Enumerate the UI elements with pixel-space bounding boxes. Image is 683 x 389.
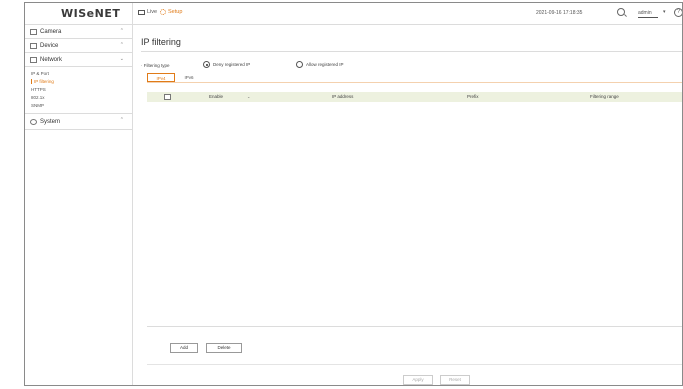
sidebar-item-network[interactable]: Network ⌄ <box>25 53 132 67</box>
top-bar: WISeNET Live Setup 2021-09-16 17:18:35 a… <box>25 3 682 25</box>
help-icon[interactable]: ? <box>674 8 682 17</box>
footer-divider <box>147 364 682 365</box>
search-icon[interactable] <box>617 8 625 16</box>
delete-button[interactable]: Delete <box>206 343 242 353</box>
radio-selected-icon <box>203 61 210 68</box>
add-button[interactable]: Add <box>170 343 198 353</box>
table-header: Enable ⌄ IP address Prefix Filtering ran… <box>147 92 682 102</box>
table-bottom-border <box>147 326 682 327</box>
network-icon <box>30 56 37 63</box>
sidebar-item-device[interactable]: Device ⌃ <box>25 39 132 53</box>
tab-underline <box>147 82 682 83</box>
system-gear-icon <box>30 118 37 125</box>
tab-live-label: Live <box>147 9 158 15</box>
column-filtering-range[interactable]: Filtering range <box>590 92 619 102</box>
sidebar-item-label: Camera <box>40 28 62 35</box>
user-dropdown-icon[interactable]: ▾ <box>663 9 666 15</box>
column-enable[interactable]: Enable <box>209 92 223 102</box>
sidebar-item-label: Device <box>40 42 59 49</box>
chevron-up-icon: ⌃ <box>119 117 124 123</box>
radio-unselected-icon <box>296 61 303 68</box>
network-submenu: IP & Port IP filtering HTTPS 802.1x SNMP <box>25 67 132 114</box>
sidebar-item-camera[interactable]: Camera ⌃ <box>25 25 132 39</box>
filtering-type-label: · Filtering type <box>141 63 170 68</box>
sidebar-subitem-snmp[interactable]: SNMP <box>31 102 132 110</box>
main-content: IP filtering · Filtering type Deny regis… <box>134 25 682 385</box>
reset-button[interactable]: Reset <box>440 375 470 385</box>
sidebar-subitem-ip-port[interactable]: IP & Port <box>31 70 132 78</box>
user-menu[interactable]: admin <box>638 10 658 18</box>
logo-area: WISeNET <box>25 3 133 25</box>
monitor-icon <box>138 9 145 15</box>
gear-icon <box>160 9 166 15</box>
tab-live[interactable]: Live <box>138 9 157 15</box>
apply-button[interactable]: Apply <box>403 375 433 385</box>
sidebar: Camera ⌃ Device ⌃ Network ⌄ IP & Port IP… <box>25 25 133 385</box>
select-all-checkbox[interactable] <box>164 94 171 100</box>
sidebar-subitem-ip-filtering[interactable]: IP filtering <box>31 78 132 86</box>
title-divider <box>141 51 682 52</box>
column-prefix[interactable]: Prefix <box>467 92 479 102</box>
page-title: IP filtering <box>141 37 181 47</box>
device-icon <box>30 42 37 49</box>
app-window: WISeNET Live Setup 2021-09-16 17:18:35 a… <box>24 2 683 386</box>
sidebar-item-label: Network <box>40 56 63 63</box>
radio-allow-label: Allow registered IP <box>306 62 344 67</box>
tab-setup-label: Setup <box>168 9 183 15</box>
sidebar-subitem-8021x[interactable]: 802.1x <box>31 94 132 102</box>
radio-allow-registered-ip[interactable]: Allow registered IP <box>296 61 344 68</box>
chevron-down-icon: ⌄ <box>119 56 124 62</box>
logo: WISeNET <box>61 7 121 20</box>
tab-setup[interactable]: Setup <box>160 9 182 15</box>
tab-ipv6[interactable]: IPv6 <box>175 73 203 82</box>
radio-deny-label: Deny registered IP <box>213 62 251 67</box>
sidebar-item-system[interactable]: System ⌃ <box>25 114 132 130</box>
chevron-up-icon: ⌃ <box>119 42 124 48</box>
chevron-up-icon: ⌃ <box>119 28 124 34</box>
radio-deny-registered-ip[interactable]: Deny registered IP <box>203 61 250 68</box>
tab-ipv4[interactable]: IPv4 <box>147 73 175 82</box>
datetime: 2021-09-16 17:18:35 <box>536 10 583 16</box>
sidebar-subitem-https[interactable]: HTTPS <box>31 86 132 94</box>
camera-icon <box>30 28 37 35</box>
column-ip-address[interactable]: IP address <box>332 92 353 102</box>
sort-icon[interactable]: ⌄ <box>247 92 250 102</box>
sidebar-item-label: System <box>40 118 61 125</box>
